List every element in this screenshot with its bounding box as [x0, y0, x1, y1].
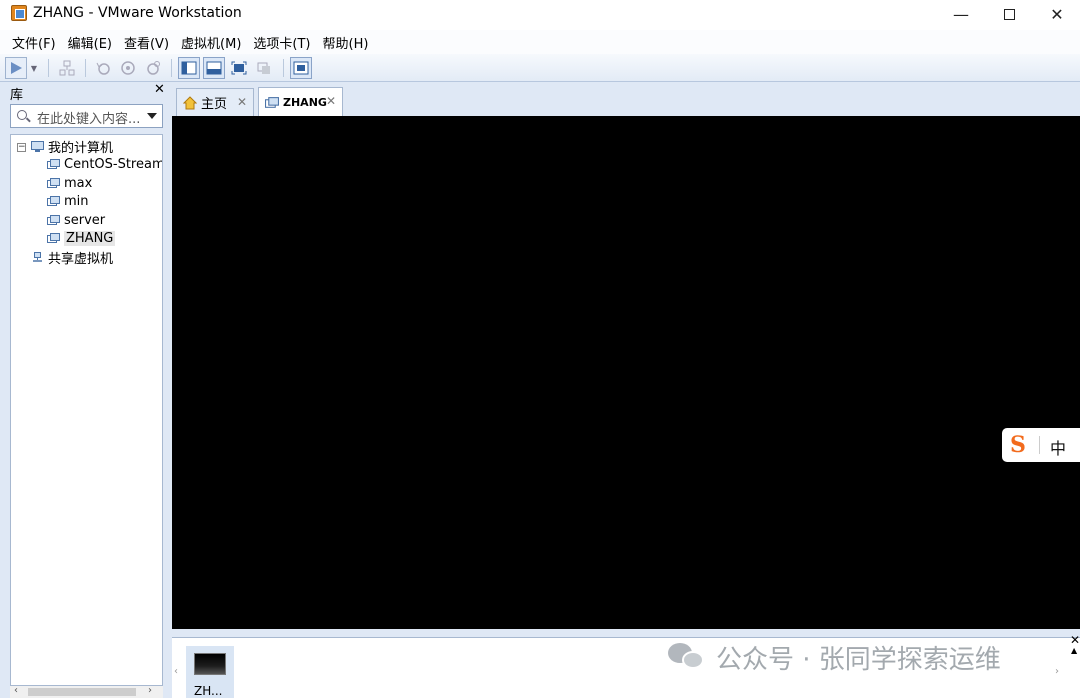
toolbar-separator — [48, 59, 49, 77]
power-on-button[interactable] — [5, 57, 27, 79]
vm-icon — [47, 232, 60, 243]
menu-vm[interactable]: 虚拟机(M) — [175, 33, 247, 52]
window-title: ZHANG - VMware Workstation — [33, 5, 242, 21]
shared-vm-icon — [33, 251, 42, 262]
network-icon — [59, 60, 75, 76]
thumbnail-bar-icon — [206, 61, 222, 75]
tab-zhang[interactable]: ZHANG ✕ — [258, 87, 343, 117]
full-screen-icon — [231, 61, 247, 75]
vm-icon — [47, 195, 60, 206]
collapse-toggle[interactable]: − — [17, 143, 26, 152]
snapshot-button[interactable] — [92, 57, 114, 79]
minimize-button[interactable]: — — [938, 0, 984, 28]
toolbar-separator — [283, 59, 284, 77]
ime-indicator[interactable]: S 中 — [1002, 428, 1080, 462]
tree-item-vm[interactable]: max — [47, 174, 92, 192]
vm-icon — [47, 177, 60, 188]
full-screen-button[interactable] — [228, 57, 250, 79]
watermark-text: 公众号 · 张同学探索运维 — [716, 644, 1001, 675]
library-horizontal-scrollbar[interactable]: ‹ › — [10, 685, 163, 698]
menu-file[interactable]: 文件(F) — [6, 33, 62, 52]
show-library-button[interactable] — [178, 57, 200, 79]
library-title: 库 — [10, 88, 24, 103]
search-icon — [17, 110, 27, 120]
snapshot-icon — [96, 62, 110, 75]
vm-icon — [47, 214, 60, 225]
library-close-button[interactable]: ✕ — [154, 82, 165, 97]
menu-tabs[interactable]: 选项卡(T) — [247, 33, 316, 52]
tree-item-label: 我的计算机 — [48, 140, 114, 156]
toolbar: ▼ — [0, 54, 1080, 82]
menu-view[interactable]: 查看(V) — [118, 33, 175, 52]
library-view-icon — [181, 61, 197, 75]
scroll-left-button[interactable]: ‹ — [14, 685, 18, 696]
scrollbar-thumb[interactable] — [28, 688, 136, 696]
wechat-icon — [668, 643, 706, 671]
tree-item-label: max — [64, 175, 93, 191]
ime-divider — [1039, 436, 1040, 454]
power-dropdown-button[interactable]: ▼ — [28, 57, 40, 79]
revert-snapshot-button[interactable] — [117, 57, 139, 79]
vm-tree: − 我的计算机 CentOS-Stream- max min server ZH… — [10, 134, 163, 686]
unity-button[interactable] — [253, 57, 275, 79]
show-thumbnail-bar-button[interactable] — [203, 57, 225, 79]
tree-item-vm-selected[interactable]: ZHANG — [47, 229, 116, 247]
menu-help[interactable]: 帮助(H) — [317, 33, 375, 52]
vm-icon — [47, 158, 60, 169]
tree-item-vm[interactable]: CentOS-Stream- — [47, 155, 163, 173]
snapshot-manager-icon — [147, 61, 160, 75]
close-button[interactable]: ✕ — [1034, 0, 1080, 28]
sogou-logo-icon: S — [1010, 432, 1026, 458]
tab-home[interactable]: 主页 ✕ — [176, 88, 254, 116]
title-bar: ZHANG - VMware Workstation — ✕ — [0, 0, 1080, 30]
vm-console-screen[interactable] — [172, 116, 1080, 629]
tree-item-label: ZHANG — [64, 230, 116, 246]
maximize-button[interactable] — [986, 0, 1032, 28]
ime-mode-label[interactable]: 中 — [1050, 435, 1066, 459]
menu-bar: 文件(F) 编辑(E) 查看(V) 虚拟机(M) 选项卡(T) 帮助(H) — [0, 30, 1080, 54]
home-icon — [183, 95, 197, 109]
revert-icon — [121, 61, 135, 75]
tree-item-label: server — [64, 212, 106, 228]
search-placeholder: 在此处键入内容... — [37, 112, 141, 127]
library-search-input[interactable]: 在此处键入内容... — [10, 104, 163, 128]
toolbar-separator — [171, 59, 172, 77]
vm-thumbnail[interactable]: ZH... — [186, 646, 234, 698]
vm-thumbnail-label: ZH... — [194, 684, 223, 698]
tab-label: ZHANG — [283, 96, 327, 109]
tree-item-shared-vms[interactable]: 共享虚拟机 — [31, 248, 114, 267]
toolbar-separator — [85, 59, 86, 77]
unity-icon — [257, 62, 270, 74]
chevron-down-icon[interactable] — [147, 113, 157, 119]
tab-strip: 主页 ✕ ZHANG ✕ — [172, 84, 1080, 117]
maximize-icon — [1003, 8, 1015, 20]
thumbnail-bar-close-button[interactable]: ✕ — [1070, 633, 1080, 647]
console-view-icon — [293, 61, 309, 75]
tree-item-my-computer[interactable]: 我的计算机 — [31, 137, 114, 156]
menu-edit[interactable]: 编辑(E) — [62, 33, 118, 52]
watermark: 公众号 · 张同学探索运维 — [668, 640, 1001, 675]
thumbnail-bar-collapse-button[interactable]: ▲ — [1071, 646, 1077, 655]
snapshot-manager-button[interactable] — [142, 57, 164, 79]
thumbnail-scroll-left[interactable]: ‹ — [174, 666, 178, 677]
tree-item-vm[interactable]: min — [47, 192, 89, 210]
tab-close-button[interactable]: ✕ — [237, 95, 247, 109]
vm-thumbnail-image — [194, 653, 226, 675]
thumbnail-scroll-right[interactable]: › — [1055, 666, 1059, 677]
play-icon — [11, 62, 22, 74]
send-ctrl-alt-del-button[interactable] — [56, 57, 78, 79]
tree-item-label: 共享虚拟机 — [48, 251, 114, 267]
vm-icon — [265, 96, 279, 108]
library-header: 库 ✕ — [0, 82, 168, 103]
computer-icon — [31, 140, 44, 152]
vmware-app-icon — [11, 5, 27, 21]
tab-label: 主页 — [201, 97, 228, 112]
tree-item-label: CentOS-Stream- — [64, 156, 163, 172]
scroll-right-button[interactable]: › — [148, 685, 152, 696]
tab-close-button[interactable]: ✕ — [326, 94, 336, 108]
library-panel: 库 ✕ 在此处键入内容... − 我的计算机 CentOS-Stream- ma… — [0, 82, 168, 698]
tree-item-label: min — [64, 193, 89, 209]
console-view-button[interactable] — [290, 57, 312, 79]
tree-item-vm[interactable]: server — [47, 211, 105, 229]
